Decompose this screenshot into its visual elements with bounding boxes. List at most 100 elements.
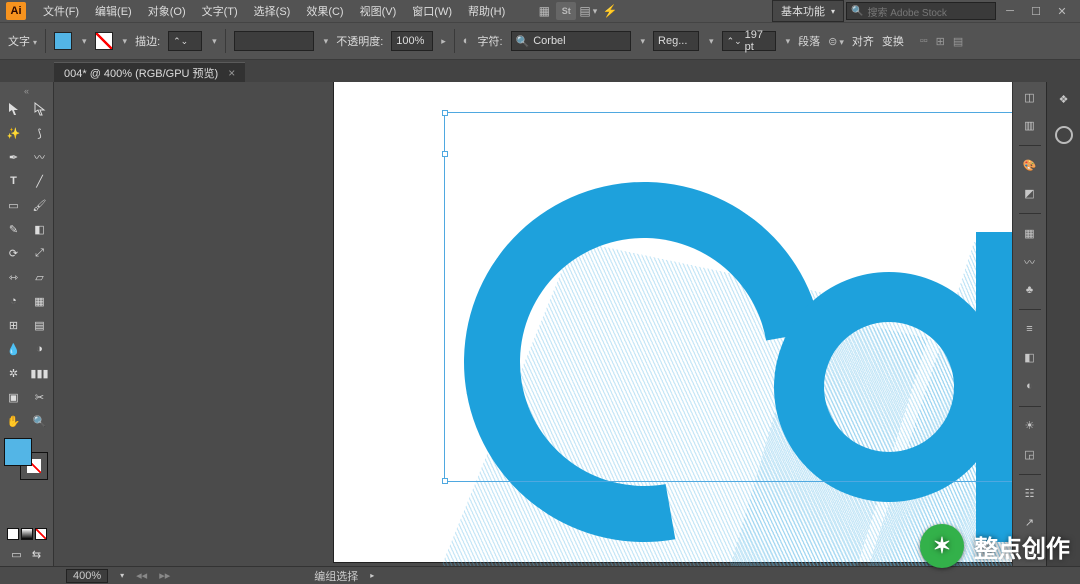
cc-libraries-icon[interactable] — [1055, 126, 1073, 144]
align-label[interactable]: 对齐 — [852, 33, 874, 49]
nav-next-icon[interactable]: ▸▸ — [159, 569, 170, 582]
layers-panel-icon[interactable]: ☷ — [1019, 484, 1041, 503]
menu-file[interactable]: 文件(F) — [36, 1, 86, 21]
shape-builder-tool[interactable]: ◔ — [2, 290, 26, 312]
recolor-icon[interactable]: ◐ — [463, 35, 470, 47]
stock-icon[interactable]: St — [556, 2, 576, 20]
font-family-input[interactable]: 🔍 Corbel — [511, 31, 631, 51]
workspace-switcher[interactable]: 基本功能 ▾ — [772, 0, 844, 22]
menu-type[interactable]: 文字(T) — [195, 1, 245, 21]
width-tool[interactable]: ⇿ — [2, 266, 26, 288]
layers-icon[interactable]: ❖ — [1053, 88, 1075, 110]
pen-tool[interactable]: ✒ — [2, 146, 26, 168]
curvature-tool[interactable]: 〰 — [28, 146, 52, 168]
menu-help[interactable]: 帮助(H) — [461, 1, 512, 21]
brushes-panel-icon[interactable]: 〰 — [1019, 252, 1041, 271]
arrange-icon[interactable]: ▤▾ — [578, 2, 598, 20]
stroke-panel-icon[interactable]: ≡ — [1019, 320, 1041, 339]
color-mode-none[interactable] — [35, 528, 47, 540]
document-tab[interactable]: 004* @ 400% (RGB/GPU 预览) × — [54, 62, 245, 82]
free-transform-tool[interactable]: ▱ — [28, 266, 52, 288]
hand-tool[interactable]: ✋ — [2, 410, 26, 432]
status-chevron-icon[interactable]: ▸ — [370, 571, 374, 580]
gpu-icon[interactable]: ⚡ — [600, 2, 620, 20]
chevron-right-icon[interactable]: ▸ — [441, 36, 446, 47]
rotate-tool[interactable]: ⟳ — [2, 242, 26, 264]
color-guide-icon[interactable]: ◩ — [1019, 184, 1041, 203]
lasso-tool[interactable]: ⟆ — [28, 122, 52, 144]
magic-wand-tool[interactable]: ✨ — [2, 122, 26, 144]
line-tool[interactable]: ╱ — [28, 170, 52, 192]
isolate-icon[interactable]: ▫▫ — [920, 35, 928, 47]
asset-export-icon[interactable]: ↗ — [1019, 513, 1041, 532]
gradient-panel-icon[interactable]: ◧ — [1019, 349, 1041, 368]
font-size-input[interactable]: ⌃⌄197 pt — [722, 31, 776, 51]
font-style-input[interactable]: Reg... — [653, 31, 699, 51]
toolbox-fill-swatch[interactable] — [4, 438, 32, 466]
paragraph-options-icon[interactable]: ⊜▾ — [828, 35, 844, 48]
selection-handle[interactable] — [442, 110, 448, 116]
screen-mode-switch[interactable]: ⇆ — [28, 546, 46, 562]
bridge-icon[interactable]: ▦ — [534, 2, 554, 20]
scale-tool[interactable]: ⤢ — [28, 242, 52, 264]
menu-view[interactable]: 视图(V) — [353, 1, 404, 21]
window-maximize[interactable]: ☐ — [1024, 2, 1048, 20]
stroke-weight-input[interactable]: ⌃⌄ — [168, 31, 202, 51]
artboards-panel-icon[interactable]: ▢ — [1019, 541, 1041, 560]
eraser-tool[interactable]: ◧ — [28, 218, 52, 240]
zoom-chevron-icon[interactable]: ▾ — [120, 571, 124, 580]
menu-effect[interactable]: 效果(C) — [299, 1, 350, 21]
selection-handle[interactable] — [442, 151, 448, 157]
artboard[interactable] — [334, 82, 1012, 562]
search-stock-input[interactable]: 🔍 搜索 Adobe Stock — [846, 2, 996, 20]
window-minimize[interactable]: ─ — [998, 2, 1022, 20]
opacity-input[interactable]: 100% — [391, 31, 433, 51]
window-close[interactable]: ✕ — [1050, 2, 1074, 20]
menu-edit[interactable]: 编辑(E) — [88, 1, 139, 21]
symbol-sprayer-tool[interactable]: ✲ — [2, 362, 26, 384]
blend-tool[interactable]: ◑ — [28, 338, 52, 360]
mesh-tool[interactable]: ⊞ — [2, 314, 26, 336]
shaper-tool[interactable]: ✎ — [2, 218, 26, 240]
close-icon[interactable]: × — [228, 66, 235, 80]
rectangle-tool[interactable]: ▭ — [2, 194, 26, 216]
graphic-styles-icon[interactable]: ◲ — [1019, 445, 1041, 464]
direct-selection-tool[interactable] — [28, 98, 52, 120]
paragraph-label[interactable]: 段落 — [798, 33, 820, 49]
selection-handle[interactable] — [442, 478, 448, 484]
fill-stroke-swatches[interactable] — [4, 438, 50, 480]
panel-menu-icon[interactable]: ▤ — [953, 35, 963, 48]
artboard-tool[interactable]: ▣ — [2, 386, 26, 408]
slice-tool[interactable]: ✂ — [28, 386, 52, 408]
perspective-tool[interactable]: ▦ — [28, 290, 52, 312]
zoom-tool[interactable]: 🔍 — [28, 410, 52, 432]
nav-prev-icon[interactable]: ◂◂ — [136, 569, 147, 582]
menu-object[interactable]: 对象(O) — [141, 1, 193, 21]
zoom-input[interactable]: 400% — [66, 569, 108, 583]
properties-panel-icon[interactable]: ◫ — [1019, 88, 1041, 107]
column-graph-tool[interactable]: ▮▮▮ — [28, 362, 52, 384]
tool-mode-label[interactable]: 文字 — [8, 33, 37, 49]
color-mode-gradient[interactable] — [21, 528, 33, 540]
transparency-panel-icon[interactable]: ◐ — [1019, 377, 1041, 396]
color-mode-solid[interactable] — [7, 528, 19, 540]
selection-tool[interactable] — [2, 98, 26, 120]
variable-width-profile[interactable] — [234, 31, 314, 51]
canvas[interactable] — [54, 82, 1012, 566]
color-panel-icon[interactable]: 🎨 — [1019, 156, 1041, 175]
pref-icon[interactable]: ⊞ — [936, 35, 945, 48]
swatches-panel-icon[interactable]: ▦ — [1019, 224, 1041, 243]
transform-label[interactable]: 变换 — [882, 33, 904, 49]
appearance-panel-icon[interactable]: ☀ — [1019, 417, 1041, 436]
selection-bounding-box[interactable] — [444, 112, 1012, 482]
gradient-tool[interactable]: ▤ — [28, 314, 52, 336]
libraries-panel-icon[interactable]: ▥ — [1019, 117, 1041, 136]
paintbrush-tool[interactable]: 🖌 — [28, 194, 52, 216]
stroke-swatch[interactable] — [95, 32, 113, 50]
eyedropper-tool[interactable]: 💧 — [2, 338, 26, 360]
toolbox-grip-icon[interactable]: « — [2, 86, 51, 96]
screen-mode-normal[interactable]: ▭ — [8, 546, 26, 562]
symbols-panel-icon[interactable]: ♣ — [1019, 281, 1041, 300]
menu-window[interactable]: 窗口(W) — [405, 1, 459, 21]
menu-select[interactable]: 选择(S) — [247, 1, 298, 21]
